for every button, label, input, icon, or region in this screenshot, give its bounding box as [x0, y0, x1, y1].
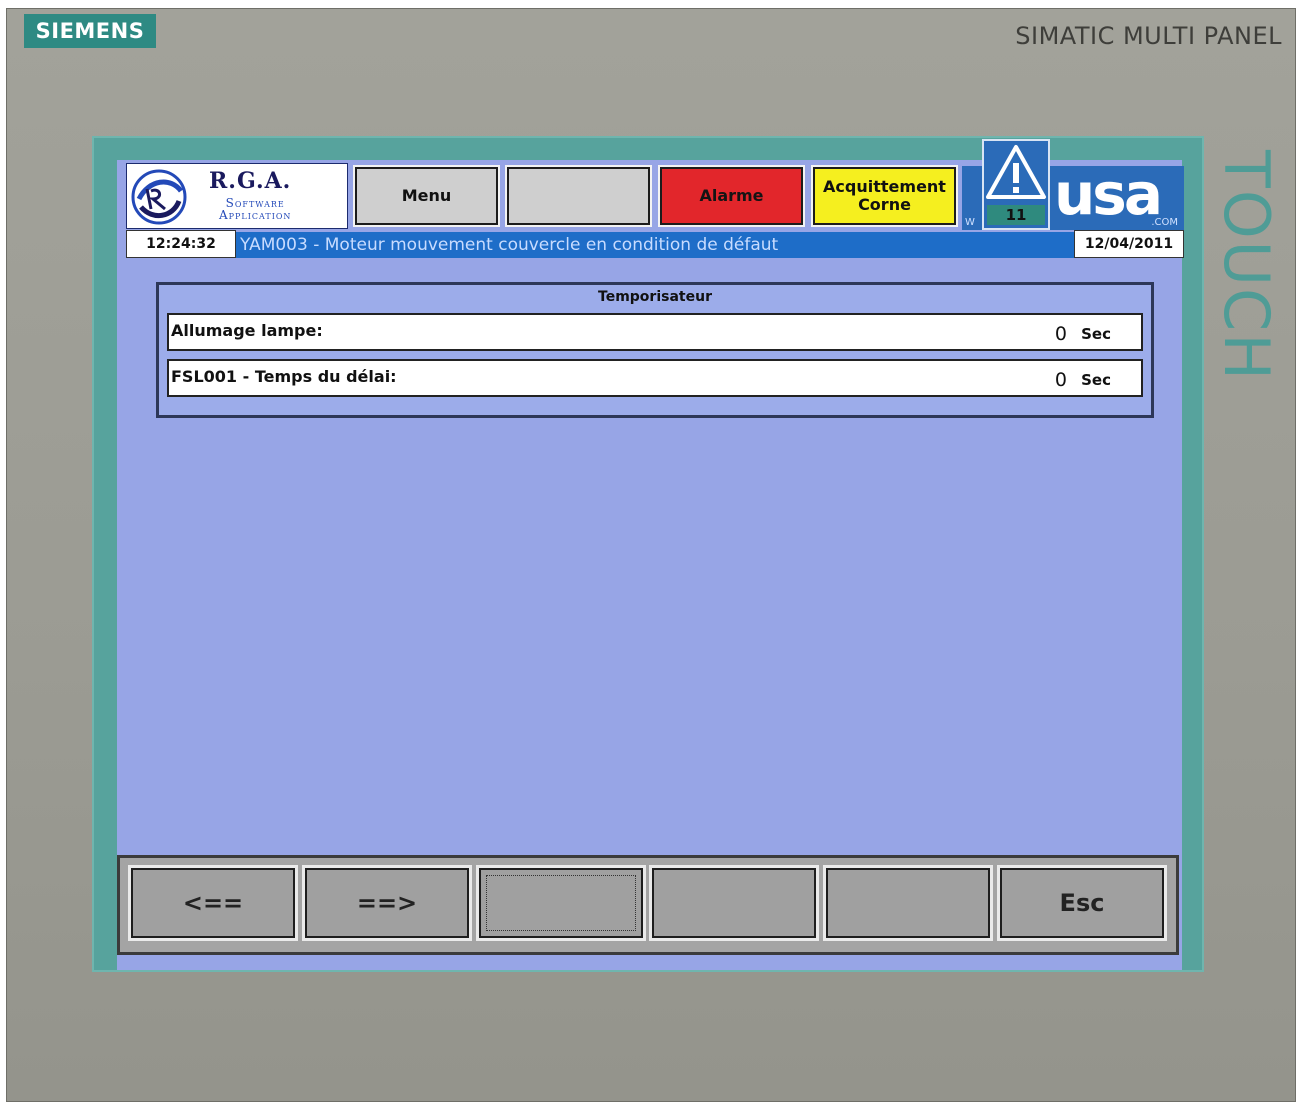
panel-title: Temporisateur [598, 289, 712, 305]
timer-row-label: FSL001 - Temps du délai: [171, 367, 397, 386]
acknowledge-horn-button[interactable]: Acquittement Corne [811, 165, 958, 227]
timer-row-unit: Sec [1081, 325, 1111, 343]
previous-button[interactable]: <== [128, 865, 298, 941]
blank-header-button[interactable] [505, 165, 652, 227]
ack-label-line1: Acquittement [823, 177, 946, 196]
warning-triangle-icon [986, 145, 1046, 199]
usa-logo-text: usa [1054, 166, 1163, 228]
alarm-message-line[interactable]: YAM003 - Moteur mouvement couvercle en c… [236, 232, 1074, 258]
clock-time: 12:24:32 [126, 230, 236, 258]
company-subtitle: Software Application [219, 197, 291, 221]
function-key-3[interactable] [476, 865, 646, 941]
alarm-indicator[interactable]: 11 [982, 139, 1050, 230]
rga-emblem-icon [131, 169, 187, 225]
touch-label: TOUCH [1210, 150, 1283, 382]
clock-date: 12/04/2011 [1074, 230, 1184, 258]
timer-panel: Temporisateur Allumage lampe: 0 Sec FSL0… [156, 282, 1154, 418]
model-label: SIMATIC MULTI PANEL [1015, 22, 1282, 50]
timer-row-value[interactable]: 0 [1055, 369, 1067, 391]
function-key-4[interactable] [649, 865, 819, 941]
timer-row-unit: Sec [1081, 371, 1111, 389]
ack-label-line2: Corne [858, 195, 911, 214]
company-name: R.G.A. [209, 168, 292, 194]
timer-row[interactable]: Allumage lampe: 0 Sec [167, 313, 1143, 351]
company-logo: R.G.A. Software Application [126, 163, 348, 229]
alarm-button[interactable]: Alarme [658, 165, 805, 227]
warning-count: 11 [987, 205, 1045, 225]
usa-logo-w: W [965, 217, 975, 228]
function-key-5[interactable] [823, 865, 993, 941]
next-button[interactable]: ==> [302, 865, 472, 941]
siemens-logo: SIEMENS [24, 14, 156, 48]
timer-row[interactable]: FSL001 - Temps du délai: 0 Sec [167, 359, 1143, 397]
esc-button[interactable]: Esc [997, 865, 1167, 941]
menu-button[interactable]: Menu [353, 165, 500, 227]
usa-logo-com: .COM [1151, 217, 1178, 228]
timer-row-label: Allumage lampe: [171, 321, 323, 340]
company-sub-line2: Application [219, 208, 292, 222]
timer-row-value[interactable]: 0 [1055, 323, 1067, 345]
